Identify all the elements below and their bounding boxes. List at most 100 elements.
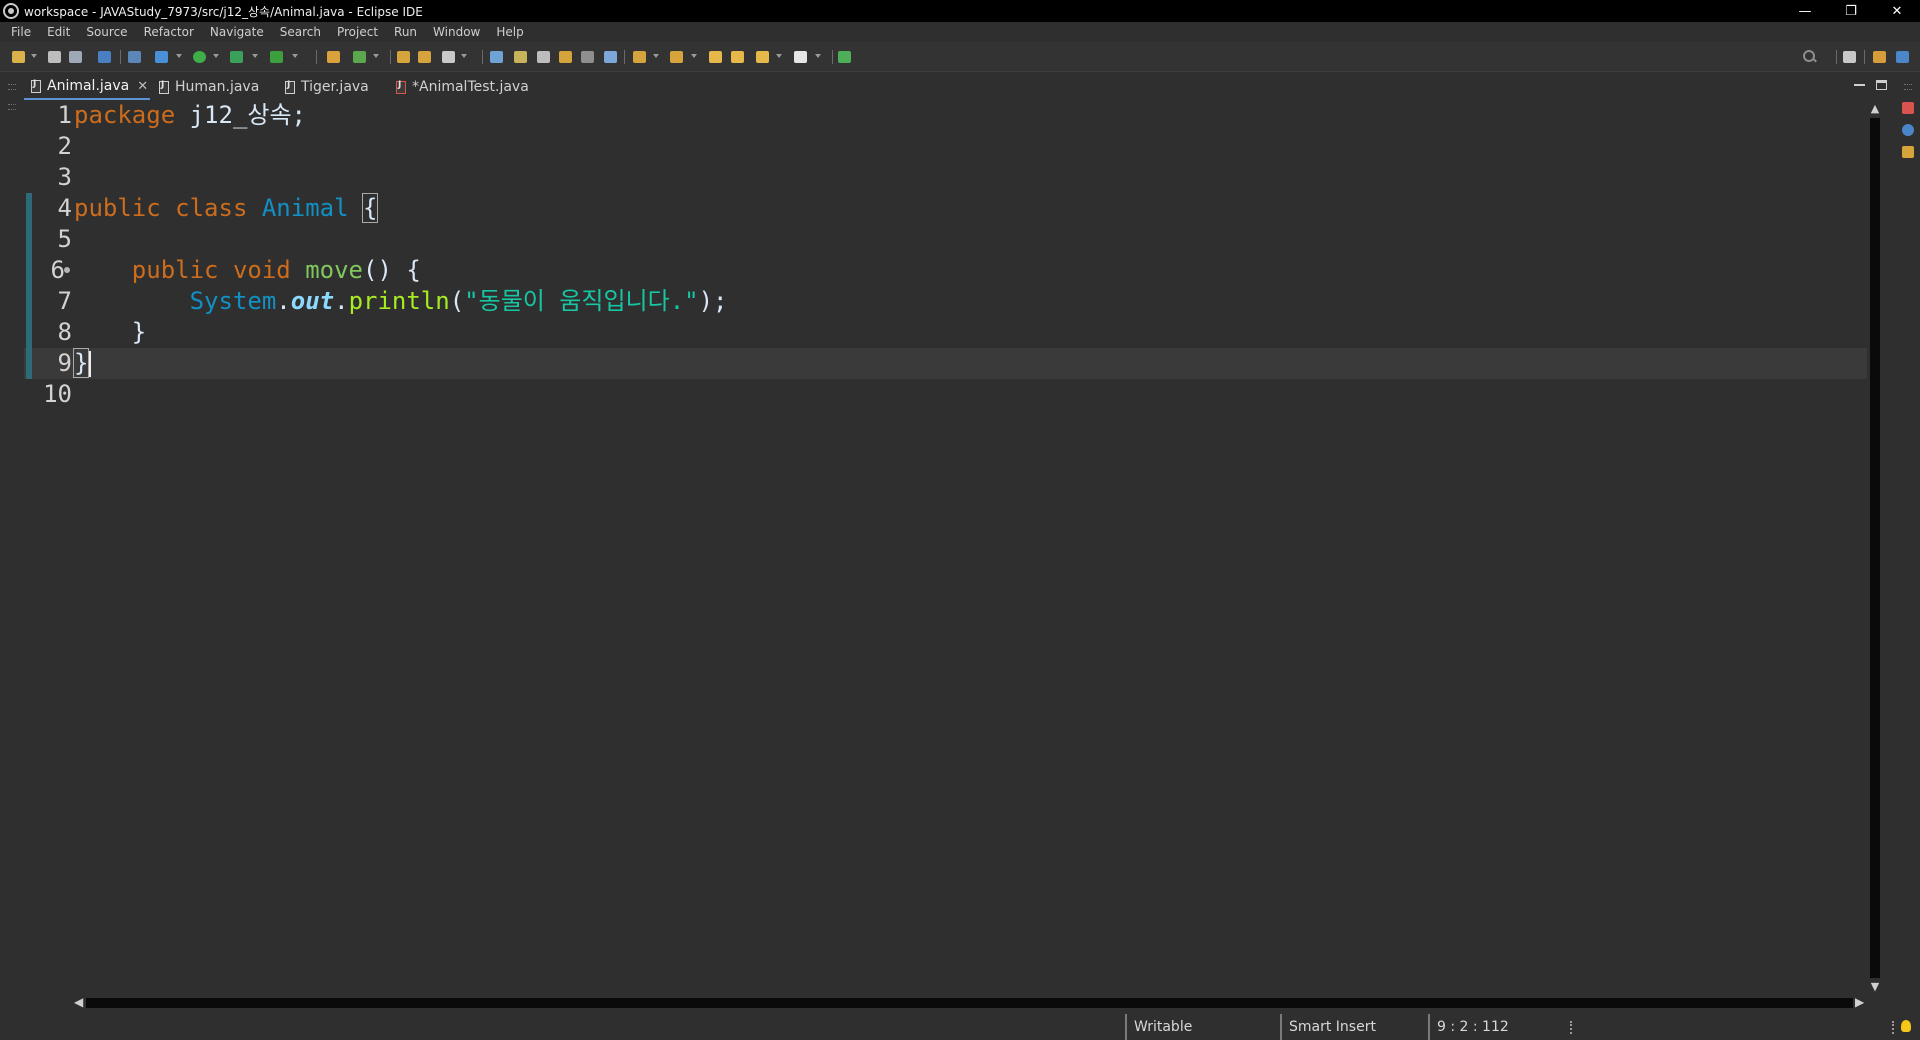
run-icon[interactable] [193, 51, 206, 63]
menu-project[interactable]: Project [329, 22, 386, 42]
junit-view-icon[interactable] [1902, 102, 1914, 114]
save-icon[interactable] [48, 51, 61, 63]
forward-dropdown-icon[interactable] [815, 54, 821, 58]
menu-file[interactable]: File [3, 22, 39, 42]
search-icon[interactable] [1803, 50, 1817, 64]
close-tab-icon[interactable]: ✕ [137, 79, 148, 94]
next-annotation-icon[interactable] [633, 51, 646, 63]
menu-edit[interactable]: Edit [39, 22, 78, 42]
menu-help[interactable]: Help [488, 22, 531, 42]
status-cursor-position[interactable]: 9 : 2 : 112 [1428, 1014, 1568, 1040]
coverage-icon[interactable] [230, 51, 243, 63]
open-perspective-icon[interactable] [1843, 51, 1856, 63]
pin-editor-icon[interactable] [838, 51, 851, 63]
task-list-icon[interactable] [1902, 146, 1914, 158]
back-icon[interactable] [756, 51, 769, 63]
outline-view-icon[interactable] [1902, 124, 1914, 136]
line-number: 2 [57, 132, 72, 160]
status-grip-icon[interactable] [1570, 1021, 1572, 1034]
forward-edit-location-icon[interactable] [731, 51, 744, 63]
java-ee-perspective-icon[interactable] [1873, 51, 1886, 63]
terminal-icon[interactable] [98, 51, 111, 63]
new-java-class-icon[interactable] [353, 51, 366, 63]
close-button[interactable]: ✕ [1874, 0, 1920, 22]
trim-grip-icon[interactable] [8, 84, 16, 90]
line-number: 9 [57, 349, 72, 377]
text-caret [89, 351, 92, 377]
menu-window[interactable]: Window [425, 22, 488, 42]
class-name: Animal [261, 194, 349, 222]
vertical-scrollbar[interactable]: ▲ ▼ [1867, 100, 1883, 996]
line-number: 10 [43, 380, 72, 408]
code-editor[interactable]: 1 2 3 4 5 6 7 8 9 10 package j12_상속; pub… [24, 100, 1867, 996]
tab-animaltest-java[interactable]: *AnimalTest.java [389, 74, 539, 100]
minimize-button[interactable]: — [1782, 0, 1828, 22]
new-java-project-icon[interactable] [327, 51, 340, 63]
maximize-editor-icon[interactable] [1876, 80, 1887, 90]
open-type-icon[interactable] [397, 51, 410, 63]
horizontal-scrollbar[interactable]: ◀ ▶ [72, 995, 1867, 1010]
static-field: out [290, 287, 335, 315]
previous-annotation-dropdown-icon[interactable] [691, 54, 697, 58]
menu-navigate[interactable]: Navigate [202, 22, 272, 42]
coverage-dropdown-icon[interactable] [252, 54, 258, 58]
restore-view-icon[interactable] [8, 104, 16, 110]
string-literal: "동물이 움직입니다." [464, 287, 699, 315]
open-task-icon[interactable] [418, 51, 431, 63]
tab-human-java[interactable]: Human.java [152, 74, 267, 100]
menu-search[interactable]: Search [272, 22, 329, 42]
fold-indicator-icon[interactable] [64, 267, 70, 273]
line-number: 7 [57, 287, 72, 315]
forward-icon[interactable] [794, 51, 807, 63]
menu-refactor[interactable]: Refactor [136, 22, 202, 42]
block-selection-icon[interactable] [559, 51, 572, 63]
mark-occurrences-icon[interactable] [514, 51, 527, 63]
vertical-scroll-track[interactable] [1870, 118, 1880, 978]
search-tool-icon[interactable] [442, 51, 455, 63]
status-grip-icon[interactable] [1892, 1021, 1894, 1034]
scroll-down-icon[interactable]: ▼ [1867, 980, 1883, 993]
next-annotation-dropdown-icon[interactable] [653, 54, 659, 58]
scroll-up-icon[interactable]: ▲ [1867, 102, 1883, 115]
java-perspective-icon[interactable] [1896, 51, 1909, 63]
external-tools-icon[interactable] [270, 51, 283, 63]
menu-source[interactable]: Source [78, 22, 135, 42]
horizontal-scroll-track[interactable] [86, 998, 1853, 1008]
code-punctuation: . [334, 287, 349, 315]
package-name: j12_상속; [175, 101, 307, 129]
toggle-breadcrumb-icon[interactable] [490, 51, 503, 63]
scroll-right-icon[interactable]: ▶ [1855, 995, 1864, 1009]
tab-tiger-java[interactable]: Tiger.java [278, 74, 383, 100]
new-icon[interactable] [12, 51, 25, 63]
code-line-6: public void move() { [74, 255, 421, 286]
show-whitespace-icon[interactable] [581, 51, 594, 63]
main-toolbar [0, 42, 1920, 72]
debug-icon[interactable] [155, 51, 168, 63]
last-edit-location-icon[interactable] [709, 51, 722, 63]
menu-run[interactable]: Run [386, 22, 425, 42]
previous-annotation-icon[interactable] [670, 51, 683, 63]
run-dropdown-icon[interactable] [213, 54, 219, 58]
new-dropdown-icon[interactable] [31, 54, 37, 58]
back-dropdown-icon[interactable] [776, 54, 782, 58]
save-all-icon[interactable] [69, 51, 82, 63]
restore-button[interactable]: ❐ [1828, 0, 1874, 22]
trim-grip-icon[interactable] [1904, 84, 1912, 90]
new-class-dropdown-icon[interactable] [373, 54, 379, 58]
line-number: 3 [57, 163, 72, 191]
scroll-left-icon[interactable]: ◀ [74, 995, 83, 1009]
status-insert-mode: Smart Insert [1280, 1014, 1428, 1040]
tips-lightbulb-icon[interactable] [1901, 1020, 1911, 1032]
debug-dropdown-icon[interactable] [176, 54, 182, 58]
word-wrap-icon[interactable] [537, 51, 550, 63]
junit-file-icon [396, 80, 406, 94]
tab-animal-java[interactable]: Animal.java ✕ [24, 74, 150, 100]
search-dropdown-icon[interactable] [461, 54, 467, 58]
code-line-8: } [74, 318, 147, 346]
external-tools-dropdown-icon[interactable] [292, 54, 298, 58]
pilcrow-icon[interactable] [604, 51, 617, 63]
minimize-editor-icon[interactable] [1854, 80, 1865, 86]
matching-bracket: { [361, 193, 379, 223]
skip-breakpoints-icon[interactable] [128, 51, 141, 63]
tab-label: Animal.java [47, 78, 130, 94]
